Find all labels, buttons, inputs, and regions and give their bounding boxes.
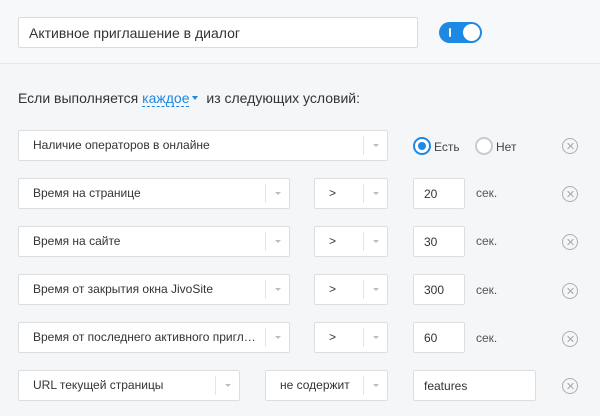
condition-mode-dropdown[interactable]: каждое (142, 90, 190, 107)
chevron-down-icon[interactable] (363, 184, 387, 203)
condition-field-label: Время на странице (33, 186, 141, 200)
condition-field-label: Наличие операторов в онлайне (33, 138, 210, 152)
chevron-down-icon[interactable] (265, 280, 289, 299)
unit-label: сек. (476, 331, 498, 345)
condition-field-label: Время на сайте (33, 234, 121, 248)
condition-value-input[interactable] (413, 178, 465, 209)
chevron-down-icon[interactable] (363, 328, 387, 347)
remove-condition-icon[interactable] (562, 186, 578, 202)
condition-operator-select[interactable]: > (314, 274, 388, 305)
chevron-down-icon[interactable] (265, 184, 289, 203)
radio-yes-label: Есть (434, 140, 460, 154)
condition-field-select[interactable]: Время от закрытия окна JivoSite (18, 274, 290, 305)
header-bar (0, 0, 600, 64)
radio-no[interactable] (475, 137, 493, 155)
condition-value-input[interactable] (413, 322, 465, 353)
conditions-heading-prefix: Если выполняется (18, 90, 139, 106)
toggle-on-mark (449, 28, 451, 37)
condition-field-select[interactable]: URL текущей страницы (18, 370, 240, 401)
chevron-down-icon[interactable] (192, 96, 199, 101)
remove-condition-icon[interactable] (562, 378, 578, 394)
condition-operator-select[interactable]: > (314, 178, 388, 209)
condition-field-label: Время от закрытия окна JivoSite (33, 282, 214, 296)
chevron-down-icon[interactable] (363, 232, 387, 251)
condition-operator-select[interactable]: не содержит (265, 370, 388, 401)
conditions-heading-suffix: из следующих условий: (206, 90, 360, 106)
chevron-down-icon[interactable] (363, 280, 387, 299)
unit-label: сек. (476, 283, 498, 297)
condition-value-input[interactable] (413, 370, 536, 401)
unit-label: сек. (476, 186, 498, 200)
condition-field-select[interactable]: Наличие операторов в онлайне (18, 130, 388, 161)
chevron-down-icon[interactable] (363, 376, 387, 395)
chevron-down-icon[interactable] (215, 376, 239, 395)
chevron-down-icon[interactable] (265, 328, 289, 347)
condition-field-select[interactable]: Время на сайте (18, 226, 290, 257)
chevron-down-icon[interactable] (363, 136, 387, 155)
condition-value-input[interactable] (413, 226, 465, 257)
remove-condition-icon[interactable] (562, 138, 578, 154)
radio-no-label: Нет (496, 140, 517, 154)
active-toggle[interactable] (439, 22, 482, 43)
condition-field-select[interactable]: Время от последнего активного приглашени… (18, 322, 290, 353)
unit-label: сек. (476, 234, 498, 248)
remove-condition-icon[interactable] (562, 234, 578, 250)
condition-operator-select[interactable]: > (314, 322, 388, 353)
condition-field-label: Время от последнего активного приглашени… (33, 330, 287, 344)
condition-field-select[interactable]: Время на странице (18, 178, 290, 209)
conditions-heading: Если выполняется каждое из следующих усл… (18, 90, 360, 107)
condition-field-label: URL текущей страницы (33, 378, 164, 392)
radio-yes[interactable] (413, 137, 431, 155)
remove-condition-icon[interactable] (562, 331, 578, 347)
chevron-down-icon[interactable] (265, 232, 289, 251)
toggle-knob (463, 24, 480, 41)
invitation-name-input[interactable] (18, 17, 418, 48)
condition-value-input[interactable] (413, 274, 465, 305)
condition-operator-select[interactable]: > (314, 226, 388, 257)
remove-condition-icon[interactable] (562, 283, 578, 299)
